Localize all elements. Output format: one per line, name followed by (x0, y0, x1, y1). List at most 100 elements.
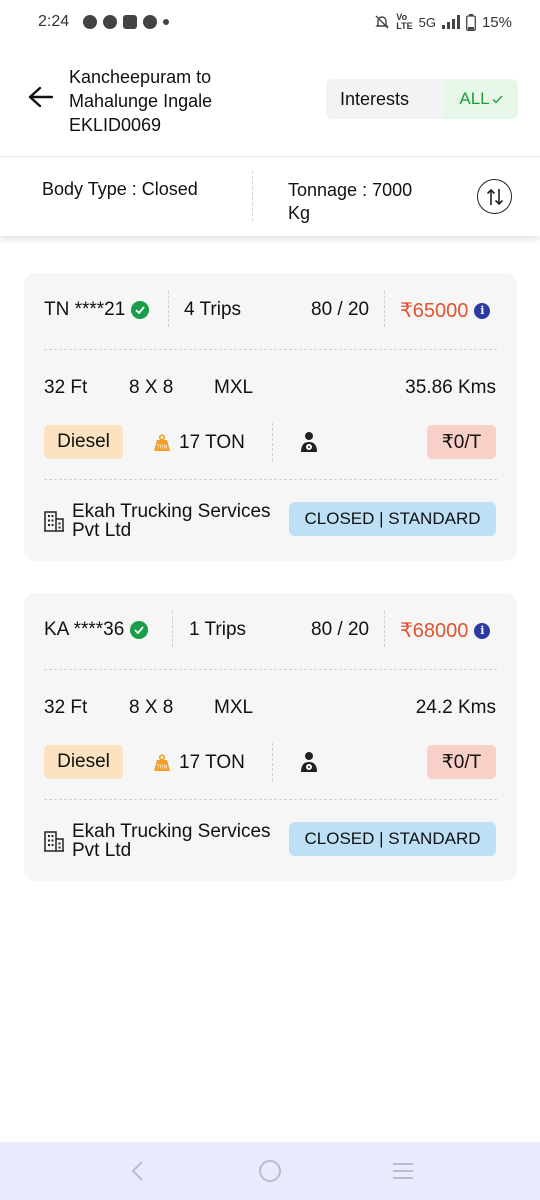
verified-check-icon (130, 621, 149, 639)
network-type: 5G (418, 14, 436, 30)
home-circle-icon (258, 1160, 281, 1182)
all-filter-label: ALL (459, 89, 490, 108)
checkmark-icon (492, 95, 503, 104)
verified-check-icon (131, 301, 150, 319)
arrow-left-icon (28, 86, 54, 108)
menu-lines-icon (393, 1163, 414, 1179)
capacity-value: 17 TON (179, 432, 245, 453)
weight-icon: TON (154, 434, 170, 451)
chevron-left-icon (131, 1161, 143, 1181)
volte-icon: Vo LTE (396, 12, 413, 31)
app-header: Kancheepuram to Mahalunge Ingale EKLID00… (0, 60, 540, 142)
price-value: ₹68000 (400, 620, 469, 642)
quote-price: ₹65000 i (400, 298, 491, 323)
capacity: TON 17 TON (153, 432, 245, 454)
back-button[interactable] (26, 82, 56, 112)
nav-home-button[interactable] (250, 1151, 290, 1191)
route-destination: Mahalunge Ingale (69, 91, 213, 111)
divider (272, 423, 273, 461)
system-icons: Vo LTE 5G 15% (374, 13, 512, 31)
capacity-value: 17 TON (179, 752, 245, 773)
signal-icon (441, 15, 460, 29)
company-name-line-2: Pvt Ltd (72, 520, 132, 541)
route-origin: Kancheepuram to (69, 67, 212, 87)
vehicle-plate: KA ****36 (44, 619, 149, 641)
svg-text:TON: TON (156, 765, 168, 771)
info-icon[interactable]: i (474, 622, 491, 639)
distance: 35.86 Kms (405, 377, 496, 398)
filter-divider (252, 171, 253, 221)
divider (168, 291, 169, 327)
fuel-badge: Diesel (44, 425, 123, 459)
vehicle-number: TN ****21 (44, 299, 126, 320)
company-name-line-1: Ekah Trucking Services (72, 821, 271, 842)
axle-type: MXL (214, 697, 254, 718)
rate-per-ton-badge: ₹0/T (427, 745, 496, 779)
vehicle-plate: TN ****21 (44, 299, 150, 321)
route-id: EKLID0069 (69, 115, 162, 135)
status-badge: CLOSED | STANDARD (289, 822, 496, 856)
building-icon (44, 511, 64, 532)
interests-filter[interactable]: Interests ALL (326, 79, 518, 119)
trips-count: 1 Trips (189, 619, 247, 640)
card-divider (44, 479, 497, 480)
card-divider (44, 669, 497, 670)
battery-percent: 15% (481, 13, 512, 31)
divider (384, 291, 385, 327)
sort-button[interactable] (477, 179, 512, 214)
company: Ekah Trucking Services Pvt Ltd (44, 502, 282, 540)
sort-arrows-icon (486, 188, 503, 205)
filter-summary-bar: Body Type : Closed Tonnage : 7000 Kg (0, 156, 540, 236)
svg-text:TON: TON (156, 445, 168, 451)
trips-count: 4 Trips (184, 299, 242, 320)
building-icon (44, 831, 64, 852)
battery-icon (466, 13, 476, 31)
divider (384, 611, 385, 647)
body-type-filter: Body Type : Closed (42, 179, 198, 199)
mute-icon (375, 15, 389, 29)
driver-icon (301, 752, 317, 772)
company-name-line-2: Pvt Ltd (72, 840, 132, 861)
price-value: ₹65000 (400, 300, 469, 322)
company-name-line-1: Ekah Trucking Services (72, 501, 271, 522)
truck-length: 32 Ft (44, 377, 88, 398)
location-icon (103, 15, 118, 29)
vehicle-number: KA ****36 (44, 619, 125, 640)
distance: 24.2 Kms (415, 697, 496, 718)
nav-back-button[interactable] (117, 1151, 157, 1191)
capacity: TON 17 TON (153, 752, 245, 774)
circle-icon (143, 15, 158, 29)
tonnage-line-1: Tonnage : 7000 (288, 180, 413, 200)
truck-card[interactable]: KA ****36 1 Trips 80 / 20 ₹68000 i 32 Ft… (24, 593, 517, 881)
tonnage-filter: Tonnage : 7000 Kg (288, 179, 438, 225)
system-nav-bar (0, 1142, 540, 1200)
payment-ratio: 80 / 20 (311, 619, 370, 640)
card-divider (44, 799, 497, 800)
truck-card[interactable]: TN ****21 4 Trips 80 / 20 ₹65000 i 32 Ft… (24, 273, 517, 561)
dot-icon (163, 19, 170, 25)
fuel-badge: Diesel (44, 745, 123, 779)
divider (172, 611, 173, 647)
status-bar: 2:24 Vo LTE 5G 15% (0, 0, 540, 44)
truck-size: 8 X 8 (129, 377, 174, 398)
nav-recents-button[interactable] (383, 1151, 423, 1191)
all-filter-chip[interactable]: ALL (444, 79, 518, 119)
interests-label: Interests (340, 88, 410, 109)
company-name: Ekah Trucking Services Pvt Ltd (72, 502, 282, 540)
mail-icon (123, 15, 138, 29)
quote-price: ₹68000 i (400, 618, 491, 643)
chat-bubble-icon (83, 15, 98, 29)
payment-ratio: 80 / 20 (311, 299, 370, 320)
company: Ekah Trucking Services Pvt Ltd (44, 822, 282, 860)
axle-type: MXL (214, 377, 254, 398)
truck-length: 32 Ft (44, 697, 88, 718)
status-time: 2:24 (38, 13, 70, 30)
route-title: Kancheepuram to Mahalunge Ingale EKLID00… (69, 65, 309, 137)
tonnage-line-2: Kg (288, 203, 311, 223)
notification-icons (83, 15, 170, 29)
driver-icon (301, 432, 317, 452)
status-badge: CLOSED | STANDARD (289, 502, 496, 536)
truck-size: 8 X 8 (129, 697, 174, 718)
company-name: Ekah Trucking Services Pvt Ltd (72, 822, 282, 860)
info-icon[interactable]: i (474, 302, 491, 319)
